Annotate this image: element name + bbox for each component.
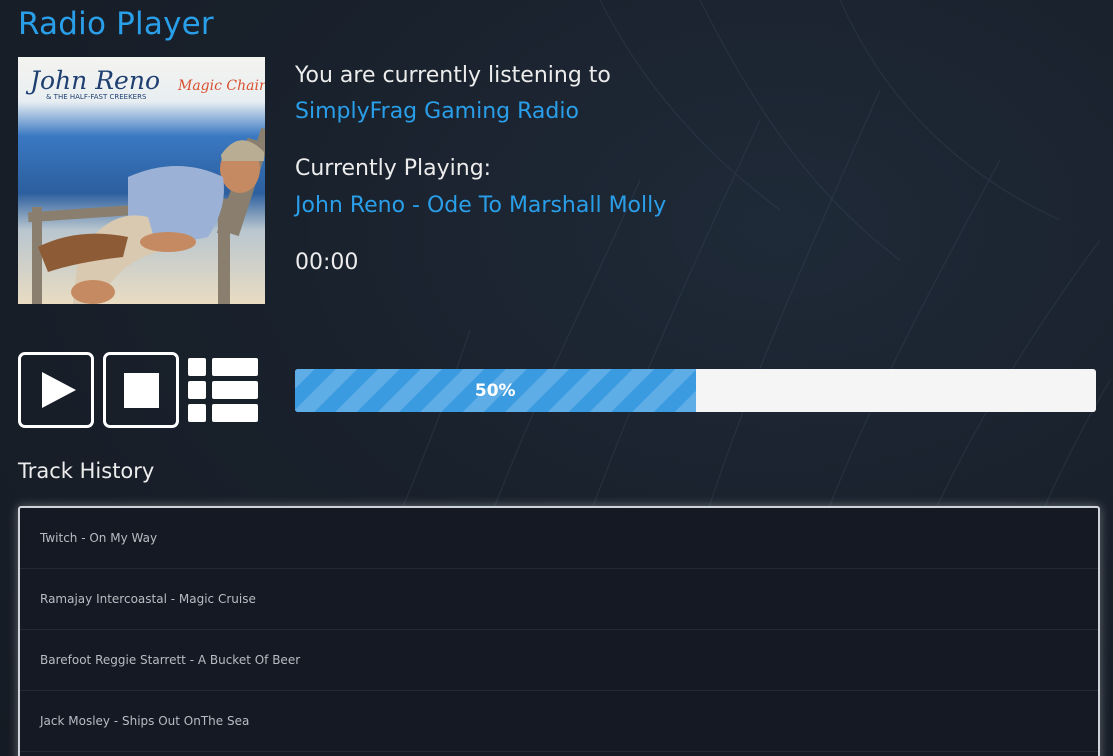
currently-playing-label: Currently Playing:	[295, 156, 492, 181]
history-item[interactable]: Barefoot Reggie Starrett - A Bucket Of B…	[20, 630, 1098, 691]
history-item[interactable]: Ramajay Intercoastal - Magic Cruise	[20, 569, 1098, 630]
elapsed-time: 00:00	[295, 250, 359, 275]
stop-icon	[123, 372, 159, 408]
track-history-title: Track History	[18, 459, 155, 483]
album-art: John Reno & THE HALF-FAST CREEKERS Magic…	[18, 57, 265, 304]
history-item[interactable]: Twitch - On My Way	[20, 508, 1098, 569]
progress-fill: 50%	[295, 369, 696, 412]
station-name[interactable]: SimplyFrag Gaming Radio	[295, 98, 579, 126]
album-band-text: & THE HALF-FAST CREEKERS	[46, 93, 147, 101]
album-artist-text: John Reno	[25, 66, 160, 95]
page-title: Radio Player	[18, 6, 214, 42]
history-item[interactable]: Jack Mosley - Ships Out OnThe Sea	[20, 691, 1098, 752]
stop-button[interactable]	[103, 352, 179, 428]
album-title-text: Magic Chair	[177, 78, 265, 94]
current-track[interactable]: John Reno - Ode To Marshall Molly	[295, 192, 666, 220]
play-button[interactable]	[18, 352, 94, 428]
play-icon	[42, 372, 76, 408]
track-history-list[interactable]: Twitch - On My Way Ramajay Intercoastal -…	[18, 506, 1100, 756]
playlist-button[interactable]	[188, 358, 258, 422]
progress-bar[interactable]: 50%	[295, 369, 1096, 412]
album-cover-image: John Reno & THE HALF-FAST CREEKERS Magic…	[18, 57, 265, 304]
progress-label: 50%	[474, 380, 516, 401]
listening-label: You are currently listening to	[295, 63, 611, 88]
